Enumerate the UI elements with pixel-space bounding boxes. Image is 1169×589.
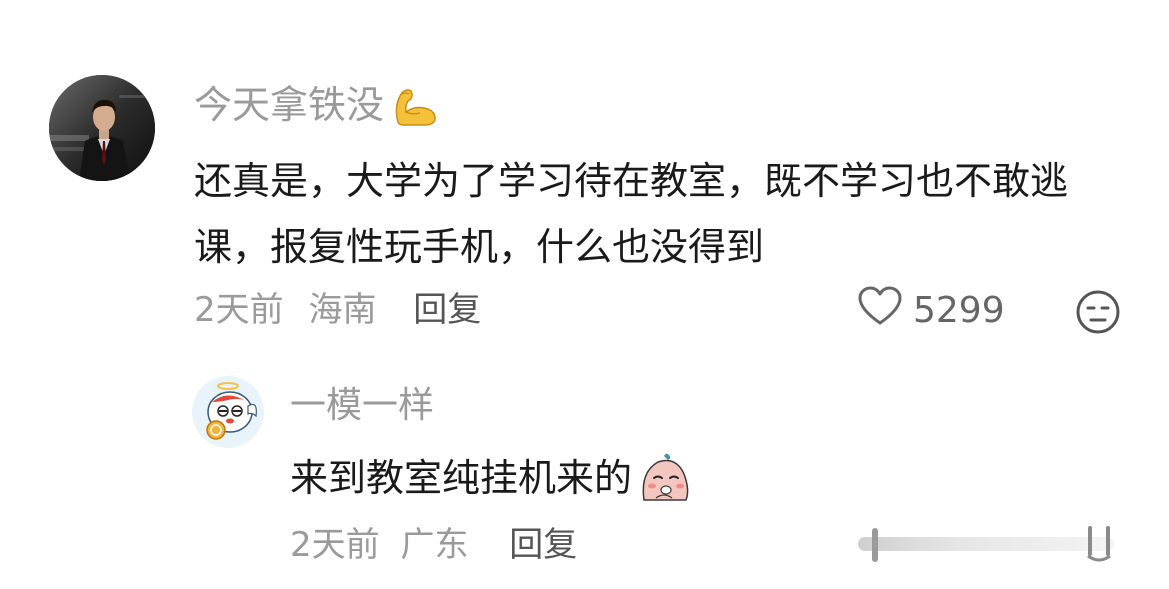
location: 海南 — [308, 290, 377, 330]
reply-button[interactable]: 回复 — [413, 290, 481, 330]
username[interactable]: 今天拿铁没 — [194, 82, 440, 128]
reply-comment: 来到教室纯挂机来的 — [290, 452, 692, 504]
username-text[interactable]: 今天拿铁没 — [194, 82, 384, 128]
reply-reply-button[interactable]: 回复 — [509, 525, 577, 565]
comment-text: 还真是，大学为了学习待在教室，既不学习也不敢逃课，报复性玩手机，什么也没得到 — [194, 159, 1069, 269]
reply-location: 广东 — [400, 525, 469, 565]
like-count: 5299 — [913, 289, 1005, 331]
avatar-photo — [49, 75, 155, 181]
cartoon-avatar-icon — [192, 376, 264, 448]
timestamp: 2天前 — [194, 290, 284, 330]
tired-face-sticker-icon — [636, 452, 692, 504]
heart-outline-icon — [857, 285, 903, 336]
reply-timestamp: 2天前 — [290, 525, 380, 565]
reply-meta: 2天前 广东 回复 — [290, 522, 577, 568]
reply-avatar[interactable] — [192, 376, 264, 448]
avatar[interactable] — [49, 75, 155, 181]
unamused-face-icon[interactable] — [1075, 289, 1121, 335]
reply-text: 来到教室纯挂机来的 — [290, 456, 633, 500]
reply-username[interactable]: 一模一样 — [290, 384, 434, 428]
like-button[interactable]: 5299 — [857, 285, 1005, 336]
flexed-biceps-icon — [390, 82, 440, 128]
comment-meta: 2天前 海南 回复 — [194, 287, 481, 333]
blurred-action-area — [858, 522, 1114, 566]
